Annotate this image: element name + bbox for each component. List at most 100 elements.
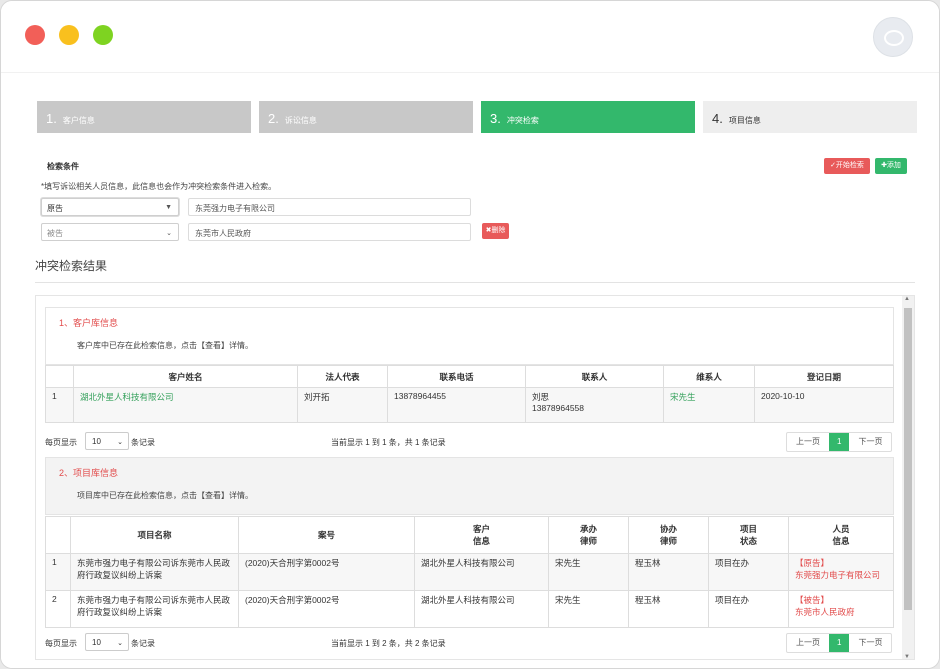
- client-section-header: 1、客户库信息 客户库中已存在此检索信息，点击【查看】详情。: [45, 307, 894, 365]
- row-number: 1: [45, 387, 74, 423]
- next-page-button[interactable]: 下一页: [849, 433, 891, 451]
- contact-phone: 13878964558: [532, 403, 585, 413]
- add-condition-button[interactable]: ✚添加: [875, 158, 907, 174]
- col-header[interactable]: 协办 律师: [628, 516, 709, 554]
- col-header[interactable]: 客户姓名: [73, 365, 298, 388]
- col-header-line: 信息: [472, 536, 490, 546]
- step-number: 4.: [712, 111, 723, 126]
- client-info: 湖北外星人科技有限公司: [414, 553, 549, 591]
- step-litigation-info[interactable]: 2. 诉讼信息: [259, 101, 473, 133]
- col-header[interactable]: 项目名称: [70, 516, 239, 554]
- col-header-line: 客户: [472, 524, 490, 534]
- col-header-line: 律师: [579, 536, 597, 546]
- person-info: 【原告】东莞强力电子有限公司: [788, 553, 894, 591]
- project-section-header: 2、项目库信息 项目库中已存在此检索信息，点击【查看】详情。: [45, 457, 894, 515]
- step-client-info[interactable]: 1. 客户信息: [37, 101, 251, 133]
- scrollbar-thumb[interactable]: [904, 308, 912, 610]
- party-name-input-1[interactable]: 东莞强力电子有限公司: [188, 198, 471, 216]
- client-pagination: 每页显示 10 ⌄ 条记录 当前显示 1 到 1 条，共 1 条记录 上一页 1 …: [45, 432, 894, 452]
- start-search-button[interactable]: ✓开始检索: [824, 158, 870, 174]
- party-name-input-2[interactable]: 东莞市人民政府: [188, 223, 471, 241]
- page-info: 当前显示 1 到 1 条，共 1 条记录: [331, 438, 446, 447]
- page-size-value: 10: [92, 638, 101, 647]
- project-section-title: 2、项目库信息: [59, 468, 119, 478]
- scroll-up-icon[interactable]: ▲: [904, 296, 910, 302]
- role-select-1[interactable]: 原告 ▼: [41, 198, 179, 216]
- scrollbar[interactable]: ▲ ▼: [902, 296, 914, 659]
- person-info: 【被告】东莞市人民政府: [788, 590, 894, 628]
- delete-condition-button[interactable]: ✖删除: [482, 223, 509, 239]
- step-wizard: 1. 客户信息 2. 诉讼信息 3. 冲突检索 4. 项目信息: [37, 101, 917, 133]
- keeper-link[interactable]: 宋先生: [663, 387, 755, 423]
- project-name[interactable]: 东莞市强力电子有限公司诉东莞市人民政府行政复议纠纷上诉案: [70, 553, 239, 591]
- col-header[interactable]: 联系人: [525, 365, 664, 388]
- col-header[interactable]: 维系人: [663, 365, 755, 388]
- page-size-suffix: 条记录: [131, 438, 155, 447]
- divider: [35, 282, 915, 283]
- col-header: [45, 516, 71, 554]
- assist-lawyer: 程玉林: [628, 590, 709, 628]
- project-table: 项目名称 案号 客户 信息 承办 律师 协办 律师 项目 状态 人员 信息 1 东莞市强力…: [45, 516, 894, 628]
- lead-lawyer: 宋先生: [548, 590, 629, 628]
- col-header[interactable]: 人员 信息: [788, 516, 894, 554]
- role-select-2[interactable]: 被告 ⌄: [41, 223, 179, 241]
- step-label: 客户信息: [62, 116, 95, 125]
- results-title: 冲突检索结果: [35, 259, 108, 273]
- person-role: 【原告】: [795, 558, 830, 568]
- col-header-line: 信息: [832, 536, 850, 546]
- step-number: 3.: [490, 111, 501, 126]
- search-note: *填写诉讼相关人员信息，此信息也会作为冲突检索条件进入检索。: [41, 182, 277, 191]
- col-header[interactable]: 联系电话: [387, 365, 526, 388]
- pager: 上一页 1 下一页: [786, 432, 893, 452]
- step-project-info[interactable]: 4. 项目信息: [703, 101, 917, 133]
- maximize-window-button[interactable]: [93, 25, 113, 45]
- person-name: 东莞市人民政府: [795, 607, 855, 617]
- col-header[interactable]: 承办 律师: [548, 516, 629, 554]
- prev-page-button[interactable]: 上一页: [787, 634, 829, 652]
- page-1-button[interactable]: 1: [829, 634, 850, 652]
- client-name-link[interactable]: 湖北外星人科技有限公司: [73, 387, 298, 423]
- col-header[interactable]: 登记日期: [754, 365, 894, 388]
- assist-lawyer: 程玉林: [628, 553, 709, 591]
- col-header[interactable]: 项目 状态: [708, 516, 789, 554]
- project-status: 项目在办: [708, 553, 789, 591]
- chevron-down-icon: ⌄: [117, 640, 123, 647]
- col-header-line: 人员: [832, 524, 850, 534]
- avatar[interactable]: [873, 17, 913, 57]
- scroll-down-icon[interactable]: ▼: [904, 654, 910, 659]
- col-header[interactable]: 法人代表: [297, 365, 388, 388]
- page-size-value: 10: [92, 437, 101, 446]
- page-size-select[interactable]: 10 ⌄: [85, 432, 129, 450]
- results-panel: 1、客户库信息 客户库中已存在此检索信息，点击【查看】详情。 客户姓名 法人代表…: [35, 295, 915, 660]
- client-section-title: 1、客户库信息: [59, 318, 119, 328]
- case-number: (2020)天合刑字第0002号: [238, 553, 415, 591]
- next-page-button[interactable]: 下一页: [849, 634, 891, 652]
- minimize-window-button[interactable]: [59, 25, 79, 45]
- page-1-button[interactable]: 1: [829, 433, 850, 451]
- main-content: 1. 客户信息 2. 诉讼信息 3. 冲突检索 4. 项目信息 检索条件 *填写诉讼相关…: [1, 73, 939, 668]
- app-window: 1. 客户信息 2. 诉讼信息 3. 冲突检索 4. 项目信息 检索条件 *填写诉讼相关…: [0, 0, 940, 669]
- project-name[interactable]: 东莞市强力电子有限公司诉东莞市人民政府行政复议纠纷上诉案: [70, 590, 239, 628]
- table-row: 1 湖北外星人科技有限公司 刘开拓 13878964455 刘思 13878964…: [45, 387, 894, 423]
- step-number: 2.: [268, 111, 279, 126]
- person-name: 东莞强力电子有限公司: [795, 570, 881, 580]
- col-header: [45, 365, 74, 388]
- lead-lawyer: 宋先生: [548, 553, 629, 591]
- page-size-prefix: 每页显示: [45, 639, 77, 648]
- step-label: 诉讼信息: [284, 116, 317, 125]
- contact: 刘思 13878964558: [525, 387, 664, 423]
- col-header[interactable]: 案号: [238, 516, 415, 554]
- role-select-value: 原告: [47, 204, 63, 213]
- col-header-line: 项目: [739, 524, 757, 534]
- caret-down-icon: ▼: [165, 204, 172, 211]
- page-size-select[interactable]: 10 ⌄: [85, 633, 129, 651]
- chevron-down-icon: ⌄: [117, 439, 123, 446]
- page-size-suffix: 条记录: [131, 639, 155, 648]
- step-conflict-search[interactable]: 3. 冲突检索: [481, 101, 695, 133]
- col-header[interactable]: 客户 信息: [414, 516, 549, 554]
- col-header-line: 律师: [659, 536, 677, 546]
- person-role: 【被告】: [795, 595, 830, 605]
- close-window-button[interactable]: [25, 25, 45, 45]
- chevron-down-icon: ⌄: [166, 230, 172, 237]
- prev-page-button[interactable]: 上一页: [787, 433, 829, 451]
